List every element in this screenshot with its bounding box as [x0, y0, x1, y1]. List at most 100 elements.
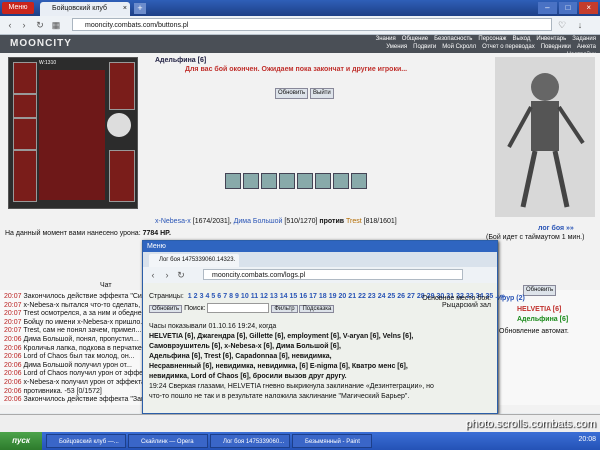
close-tab-icon[interactable]: ×: [123, 2, 127, 16]
browser-tab[interactable]: Бойцовский клуб ×: [40, 2, 130, 16]
ring-slots[interactable]: [109, 62, 135, 110]
filter-button[interactable]: Фильтр: [271, 304, 298, 313]
weapon-slot[interactable]: [13, 118, 37, 150]
boots-slot[interactable]: [109, 150, 135, 202]
page-link[interactable]: 4: [205, 293, 209, 300]
chat-time[interactable]: 20:06: [4, 388, 22, 395]
game-menu-item[interactable]: Общение: [400, 36, 430, 42]
armor-slot[interactable]: [13, 150, 37, 202]
popup-tab[interactable]: Лог боя 1475339060.14323.: [149, 254, 239, 267]
chat-time[interactable]: 20:07: [4, 293, 22, 300]
game-menu-item[interactable]: Безопасность: [432, 36, 474, 42]
game-menu-item[interactable]: Персонаж: [476, 36, 508, 42]
page-link[interactable]: 19: [329, 293, 337, 300]
chat-time[interactable]: 20:06: [4, 336, 22, 343]
chat-time[interactable]: 20:07: [4, 302, 22, 309]
reload-icon[interactable]: ↻: [175, 269, 187, 281]
helmet-slot[interactable]: [13, 62, 37, 94]
page-link[interactable]: 15: [290, 293, 298, 300]
download-icon[interactable]: ↓: [574, 19, 586, 31]
character-name[interactable]: Адельфина [6]: [155, 57, 206, 64]
page-link[interactable]: 24: [378, 293, 386, 300]
page-link[interactable]: 7: [223, 293, 227, 300]
page-link[interactable]: 12: [260, 293, 268, 300]
game-menu-item[interactable]: Мой Скролл: [440, 44, 478, 50]
exit-button[interactable]: Выйти: [310, 88, 334, 99]
log-refresh-button[interactable]: Обновить: [149, 304, 183, 313]
effect-icon[interactable]: [279, 173, 295, 189]
page-link[interactable]: 23: [368, 293, 376, 300]
effect-icon[interactable]: [315, 173, 331, 189]
bookmark-heart-icon[interactable]: ♡: [556, 19, 568, 31]
game-menu-item[interactable]: Поведники: [539, 44, 573, 50]
page-link[interactable]: 2: [194, 293, 198, 300]
effect-icon[interactable]: [225, 173, 241, 189]
page-link[interactable]: 17: [309, 293, 317, 300]
page-link[interactable]: 3: [200, 293, 204, 300]
opera-menu-button[interactable]: Меню: [2, 2, 34, 14]
url-field[interactable]: mooncity.combats.com/buttons.pl: [72, 18, 552, 31]
game-menu-item[interactable]: Задания: [570, 36, 598, 42]
chat-time[interactable]: 20:06: [4, 345, 22, 352]
chat-time[interactable]: 20:06: [4, 362, 22, 369]
game-menu-item[interactable]: Анкета: [575, 44, 598, 50]
taskbar-task[interactable]: Бойцовский клуб —...: [46, 434, 126, 448]
popup-url-field[interactable]: mooncity.combats.com/logs.pl: [203, 269, 463, 280]
forward-icon[interactable]: ›: [161, 269, 173, 281]
game-menu-item[interactable]: Выход: [510, 36, 532, 42]
chat-time[interactable]: 20:07: [4, 310, 22, 317]
chat-time[interactable]: 20:06: [4, 379, 22, 386]
page-link[interactable]: 6: [217, 293, 221, 300]
chat-time[interactable]: 20:06: [4, 370, 22, 377]
fighter-right[interactable]: Trest: [346, 218, 362, 225]
page-link[interactable]: 11: [251, 293, 258, 300]
new-tab-icon[interactable]: +: [134, 3, 146, 14]
page-link[interactable]: 16: [299, 293, 307, 300]
maximize-icon[interactable]: □: [558, 2, 578, 14]
start-button[interactable]: пуск: [0, 432, 42, 450]
game-menu-item[interactable]: Знания: [374, 36, 398, 42]
speed-dial-icon[interactable]: ▦: [50, 19, 62, 31]
page-link[interactable]: 9: [235, 293, 239, 300]
update-button[interactable]: Обновить: [523, 285, 557, 296]
game-menu-item[interactable]: Отчет о переводах: [480, 44, 537, 50]
taskbar-task[interactable]: Скайлинк — Opera: [128, 434, 208, 448]
back-icon[interactable]: ‹: [4, 19, 16, 31]
page-link[interactable]: 8: [229, 293, 233, 300]
taskbar-task[interactable]: Лог боя 1475339060...: [210, 434, 290, 448]
chat-time[interactable]: 20:06: [4, 396, 22, 403]
popup-menu-button[interactable]: Меню: [147, 243, 166, 250]
amulet-slot[interactable]: [13, 94, 37, 118]
battle-log-link[interactable]: лог боя »»: [538, 225, 574, 232]
page-link[interactable]: »: [501, 293, 505, 300]
page-link[interactable]: ..: [495, 293, 499, 300]
game-menu-item[interactable]: Умения: [384, 44, 409, 50]
page-link[interactable]: 1: [188, 293, 192, 300]
page-link[interactable]: 18: [319, 293, 327, 300]
effect-icon[interactable]: [351, 173, 367, 189]
chat-time[interactable]: 20:07: [4, 319, 22, 326]
refresh-button[interactable]: Обновить: [275, 88, 309, 99]
fighter-mid[interactable]: Дима Большой: [234, 218, 283, 225]
forward-icon[interactable]: ›: [18, 19, 30, 31]
page-link[interactable]: 22: [358, 293, 366, 300]
search-input[interactable]: [207, 303, 270, 313]
chat-time[interactable]: 20:06: [4, 353, 22, 360]
page-link[interactable]: 20: [339, 293, 347, 300]
page-link[interactable]: 10: [241, 293, 249, 300]
back-icon[interactable]: ‹: [147, 269, 159, 281]
online-user[interactable]: HELVETIA [6]: [517, 306, 561, 313]
reload-icon[interactable]: ↻: [34, 19, 46, 31]
fighter-left[interactable]: x-Nebesa-x: [155, 218, 191, 225]
page-link[interactable]: 25: [387, 293, 395, 300]
chat-time[interactable]: 20:07: [4, 327, 22, 334]
effect-icon[interactable]: [333, 173, 349, 189]
page-link[interactable]: 14: [280, 293, 288, 300]
page-link[interactable]: 13: [270, 293, 278, 300]
online-user[interactable]: Адельфина [6]: [517, 316, 568, 323]
page-link[interactable]: 5: [211, 293, 215, 300]
effect-icon[interactable]: [261, 173, 277, 189]
hint-button[interactable]: Подсказка: [299, 304, 335, 313]
close-window-icon[interactable]: ×: [579, 2, 599, 14]
effect-icon[interactable]: [243, 173, 259, 189]
